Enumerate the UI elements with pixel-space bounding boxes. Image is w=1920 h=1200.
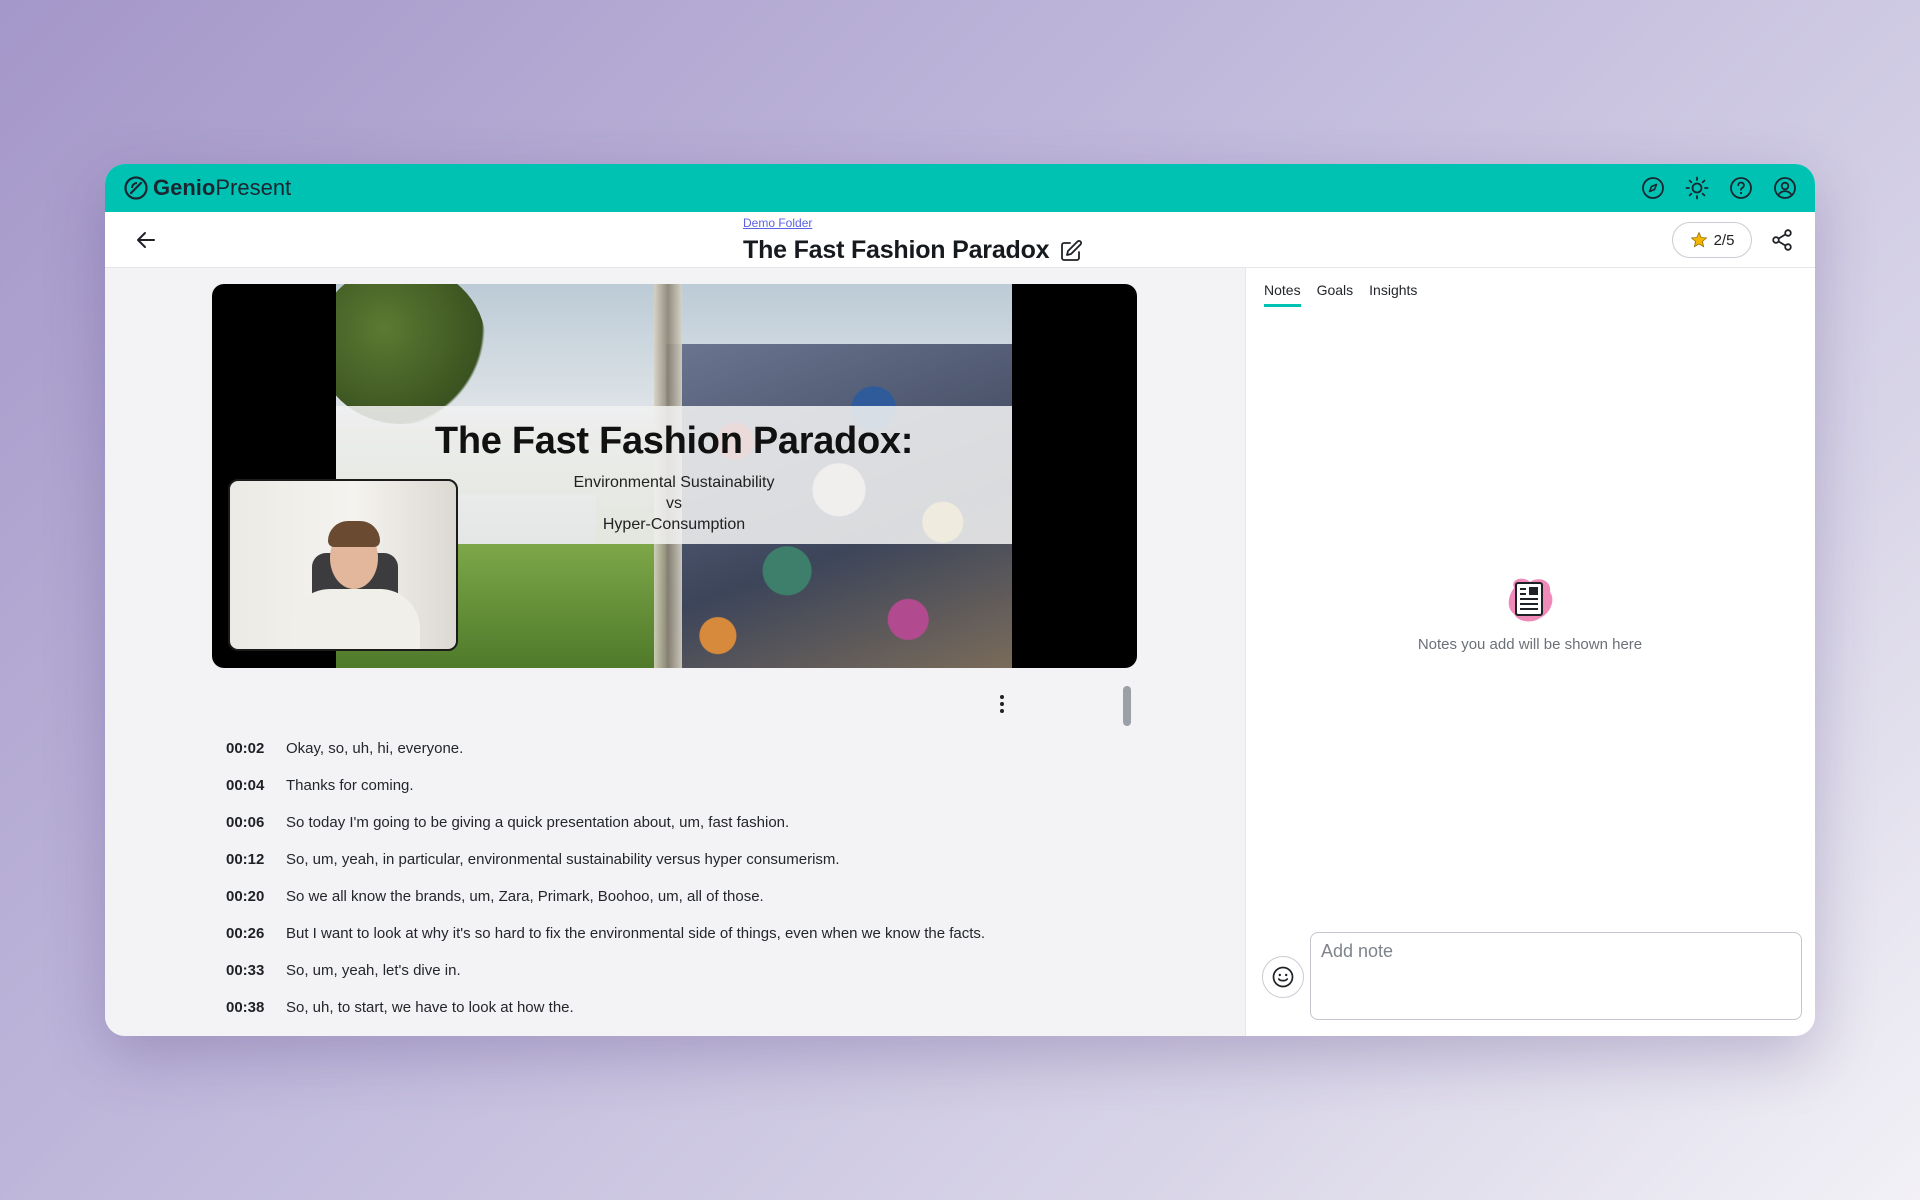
transcript-text: Thanks for coming. bbox=[286, 777, 414, 794]
notes-empty-state: Notes you add will be shown here bbox=[1246, 574, 1814, 653]
page-title: The Fast Fashion Paradox bbox=[743, 236, 1050, 264]
rating-button[interactable]: 2/5 bbox=[1672, 222, 1752, 258]
help-icon[interactable] bbox=[1729, 176, 1753, 200]
app-window: Genio Present Demo Folder The Fast Fashio bbox=[105, 164, 1815, 1036]
transcript-line[interactable]: 00:02 Okay, so, uh, hi, everyone. bbox=[226, 730, 1126, 767]
account-icon[interactable] bbox=[1773, 176, 1797, 200]
transcript-timestamp[interactable]: 00:06 bbox=[226, 814, 286, 831]
transcript-timestamp[interactable]: 00:12 bbox=[226, 851, 286, 868]
transcript-text: But I want to look at why it's so hard t… bbox=[286, 925, 986, 942]
presentation-panel: The Fast Fashion Paradox: Environmental … bbox=[105, 268, 1246, 1036]
brand-logo[interactable]: Genio Present bbox=[123, 175, 291, 201]
webcam-video[interactable] bbox=[228, 479, 458, 651]
transcript-text: So today I'm going to be giving a quick … bbox=[286, 814, 790, 831]
compass-icon[interactable] bbox=[1641, 176, 1665, 200]
document-header: Demo Folder The Fast Fashion Paradox 2/5 bbox=[105, 212, 1815, 268]
transcript-timestamp[interactable]: 00:02 bbox=[226, 740, 286, 757]
edit-icon[interactable] bbox=[1059, 239, 1083, 263]
transcript-text: So we all know the brands, um, Zara, Pri… bbox=[286, 888, 764, 905]
star-icon bbox=[1690, 231, 1708, 249]
notes-empty-message: Notes you add will be shown here bbox=[1417, 636, 1643, 653]
transcript-text: So, uh, to start, we have to look at how… bbox=[286, 999, 574, 1016]
emoji-button[interactable] bbox=[1262, 956, 1304, 998]
transcript-line[interactable]: 00:33 So, um, yeah, let's dive in. bbox=[226, 952, 1126, 989]
transcript-line[interactable]: 00:06 So today I'm going to be giving a q… bbox=[226, 804, 1126, 841]
logo-icon bbox=[123, 175, 149, 201]
tab-notes[interactable]: Notes bbox=[1264, 282, 1301, 307]
add-note-input[interactable] bbox=[1310, 932, 1802, 1020]
transcript-timestamp[interactable]: 00:26 bbox=[226, 925, 286, 942]
brand-name-bold: Genio bbox=[153, 175, 216, 200]
breadcrumb-folder-link[interactable]: Demo Folder bbox=[743, 216, 1083, 232]
more-options-icon[interactable] bbox=[992, 692, 1012, 716]
top-bar: Genio Present bbox=[105, 164, 1815, 212]
transcript-timestamp[interactable]: 00:20 bbox=[226, 888, 286, 905]
transcript-text: So, um, yeah, let's dive in. bbox=[286, 962, 461, 979]
tab-insights[interactable]: Insights bbox=[1369, 282, 1417, 307]
rating-value: 2/5 bbox=[1713, 231, 1735, 249]
brand-name-light: Present bbox=[215, 175, 292, 200]
video-player[interactable]: The Fast Fashion Paradox: Environmental … bbox=[212, 284, 1137, 668]
side-panel: Notes Goals Insights Notes you add will be… bbox=[1246, 268, 1815, 1036]
transcript-line[interactable]: 00:26 But I want to look at why it's so h… bbox=[226, 915, 1126, 952]
slide-title: The Fast Fashion Paradox: bbox=[434, 420, 914, 462]
transcript-text: So, um, yeah, in particular, environment… bbox=[286, 851, 840, 868]
transcript-line[interactable]: 00:04 Thanks for coming. bbox=[226, 767, 1126, 804]
transcript-timestamp[interactable]: 00:38 bbox=[226, 999, 286, 1016]
title-block: Demo Folder The Fast Fashion Paradox bbox=[743, 216, 1083, 265]
notes-document-icon bbox=[1504, 574, 1556, 626]
transcript-list: 00:02 Okay, so, uh, hi, everyone. 00:04 Tha… bbox=[226, 730, 1126, 1036]
panel-tabs: Notes Goals Insights bbox=[1264, 282, 1417, 307]
scrollbar-thumb[interactable] bbox=[1123, 686, 1131, 726]
transcript-text: Okay, so, uh, hi, everyone. bbox=[286, 740, 464, 757]
transcript-line[interactable]: 00:38 So, uh, to start, we have to look a… bbox=[226, 989, 1126, 1026]
transcript-timestamp[interactable]: 00:04 bbox=[226, 777, 286, 794]
transcript-line[interactable]: 00:12 So, um, yeah, in particular, enviro… bbox=[226, 841, 1126, 878]
sun-icon[interactable] bbox=[1685, 176, 1709, 200]
tab-goals[interactable]: Goals bbox=[1317, 282, 1354, 307]
transcript-line[interactable]: 00:40How we've got here. bbox=[226, 1026, 1126, 1036]
webcam-person-hair bbox=[328, 521, 380, 547]
back-arrow-icon[interactable] bbox=[133, 227, 159, 253]
webcam-person-body bbox=[290, 589, 420, 649]
transcript-line[interactable]: 00:20 So we all know the brands, um, Zara… bbox=[226, 878, 1126, 915]
transcript-timestamp[interactable]: 00:33 bbox=[226, 962, 286, 979]
smiley-icon bbox=[1271, 965, 1295, 989]
share-icon[interactable] bbox=[1770, 228, 1794, 252]
